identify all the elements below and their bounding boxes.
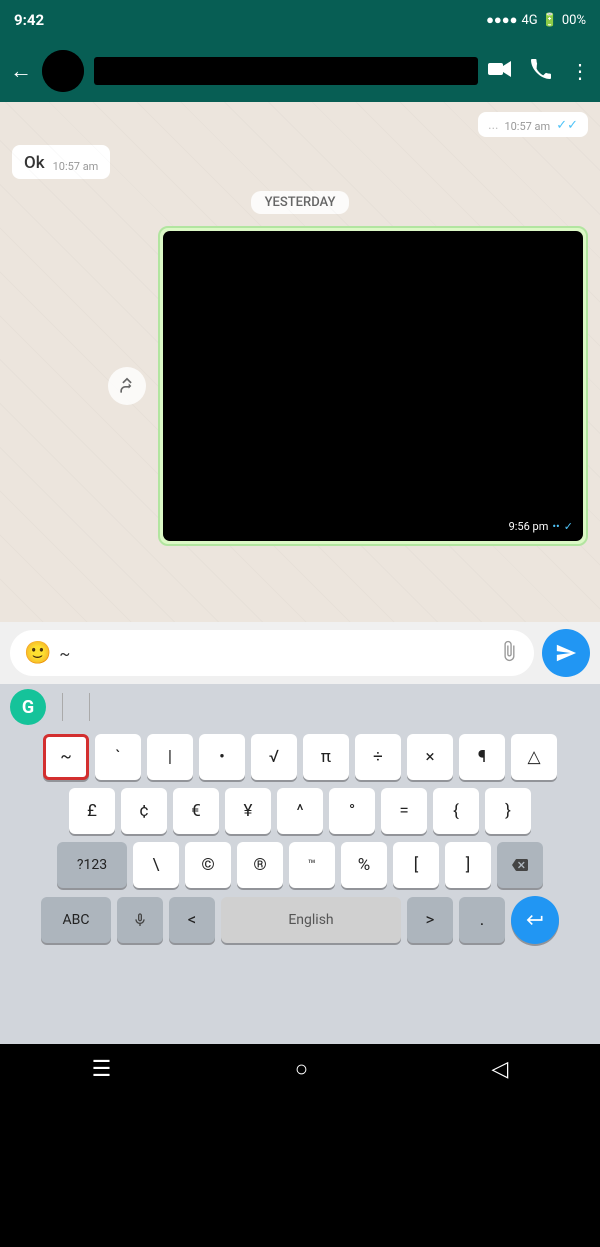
video-dots: ••: [552, 520, 559, 533]
chat-header: ← ⋮: [0, 40, 600, 102]
key-left-angle[interactable]: <: [169, 897, 215, 943]
key-copyright[interactable]: ©: [185, 842, 231, 888]
key-backspace[interactable]: [497, 842, 543, 888]
date-separator: YESTERDAY: [251, 191, 350, 214]
grammarly-button[interactable]: G: [10, 689, 46, 725]
emoji-button[interactable]: 🙂: [24, 641, 51, 666]
keyboard-rows: ~ ` | • √ π ÷ × ¶ △ £ ¢ € ¥ ^ ° = { } ?1…: [0, 730, 600, 1044]
key-degree[interactable]: °: [329, 788, 375, 834]
video-ticks: ✓: [564, 520, 573, 533]
kbd-row-1: ~ ` | • √ π ÷ × ¶ △: [4, 734, 596, 780]
key-pipe[interactable]: |: [147, 734, 193, 780]
signal-icon: ●●●●: [486, 12, 517, 28]
input-bar: 🙂 ~: [0, 622, 600, 684]
nav-menu-icon[interactable]: ☰: [92, 1057, 112, 1082]
separator-1: [62, 693, 63, 721]
key-times[interactable]: ×: [407, 734, 453, 780]
key-backslash[interactable]: \: [133, 842, 179, 888]
key-close-bracket[interactable]: ]: [445, 842, 491, 888]
keyboard: G ~ ` | • √ π ÷ × ¶ △ £ ¢ € ¥ ^ ° = { }: [0, 684, 600, 1044]
key-triangle[interactable]: △: [511, 734, 557, 780]
network-type: 4G: [522, 13, 538, 28]
partial-text: ...: [488, 118, 498, 133]
key-divide[interactable]: ÷: [355, 734, 401, 780]
ok-msg-time: 10:57 am: [53, 160, 99, 173]
key-registered[interactable]: ®: [237, 842, 283, 888]
video-message[interactable]: 9:56 pm •• ✓: [158, 226, 588, 546]
key-euro[interactable]: €: [173, 788, 219, 834]
partial-msg-time: 10:57 am: [504, 120, 550, 133]
partial-ticks: ✓✓: [556, 118, 578, 133]
key-open-bracket[interactable]: [: [393, 842, 439, 888]
key-trademark[interactable]: ™: [289, 842, 335, 888]
key-123[interactable]: ?123: [57, 842, 127, 888]
key-pi[interactable]: π: [303, 734, 349, 780]
battery-level: 00%: [562, 13, 586, 28]
key-caret[interactable]: ^: [277, 788, 323, 834]
avatar-image: [42, 50, 84, 92]
key-equals[interactable]: =: [381, 788, 427, 834]
kbd-row-2: £ ¢ € ¥ ^ ° = { }: [4, 788, 596, 834]
status-icons: ●●●● 4G 🔋 00%: [486, 12, 586, 28]
status-bar: 9:42 ●●●● 4G 🔋 00%: [0, 0, 600, 40]
video-time-overlay: 9:56 pm •• ✓: [509, 520, 573, 533]
kbd-row-bottom: ABC < English > .: [4, 896, 596, 944]
header-actions: ⋮: [488, 58, 590, 85]
more-options-icon[interactable]: ⋮: [570, 59, 590, 83]
key-para[interactable]: ¶: [459, 734, 505, 780]
contact-avatar[interactable]: [42, 50, 84, 92]
key-sqrt[interactable]: √: [251, 734, 297, 780]
key-right-angle[interactable]: >: [407, 897, 453, 943]
nav-home-icon[interactable]: ○: [295, 1056, 308, 1082]
key-tilde[interactable]: ~: [43, 734, 89, 780]
input-text-value: ~: [59, 644, 490, 663]
video-time: 9:56 pm: [509, 520, 549, 533]
key-period[interactable]: .: [459, 897, 505, 943]
key-cent[interactable]: ¢: [121, 788, 167, 834]
key-abc[interactable]: ABC: [41, 897, 111, 943]
key-enter[interactable]: [511, 896, 559, 944]
contact-name[interactable]: [94, 57, 478, 85]
key-space[interactable]: English: [221, 897, 401, 943]
back-button[interactable]: ←: [10, 58, 32, 84]
bottom-nav: ☰ ○ ◁: [0, 1044, 600, 1094]
status-time: 9:42: [14, 11, 44, 29]
attach-button[interactable]: [498, 640, 520, 667]
partial-message: ... 10:57 am ✓✓: [478, 112, 588, 137]
send-button[interactable]: [542, 629, 590, 677]
battery-icon: 🔋: [542, 13, 558, 28]
keyboard-top-strip: G: [0, 684, 600, 730]
video-thumbnail[interactable]: 9:56 pm •• ✓: [163, 231, 583, 541]
key-mic[interactable]: [117, 897, 163, 943]
key-close-brace[interactable]: }: [485, 788, 531, 834]
nav-back-icon[interactable]: ◁: [491, 1057, 508, 1082]
video-call-icon[interactable]: [488, 59, 512, 83]
key-percent[interactable]: %: [341, 842, 387, 888]
kbd-row-3: ?123 \ © ® ™ % [ ]: [4, 842, 596, 888]
ok-text: Ok: [24, 153, 45, 173]
key-pound[interactable]: £: [69, 788, 115, 834]
chat-area: ... 10:57 am ✓✓ Ok 10:57 am YESTERDAY 9:…: [0, 102, 600, 622]
key-open-brace[interactable]: {: [433, 788, 479, 834]
key-backtick[interactable]: `: [95, 734, 141, 780]
voice-call-icon[interactable]: [530, 58, 552, 85]
forward-button[interactable]: [108, 367, 146, 405]
key-yen[interactable]: ¥: [225, 788, 271, 834]
key-bullet[interactable]: •: [199, 734, 245, 780]
separator-2: [89, 693, 90, 721]
message-input-field[interactable]: 🙂 ~: [10, 630, 534, 676]
ok-message: Ok 10:57 am: [12, 145, 110, 179]
